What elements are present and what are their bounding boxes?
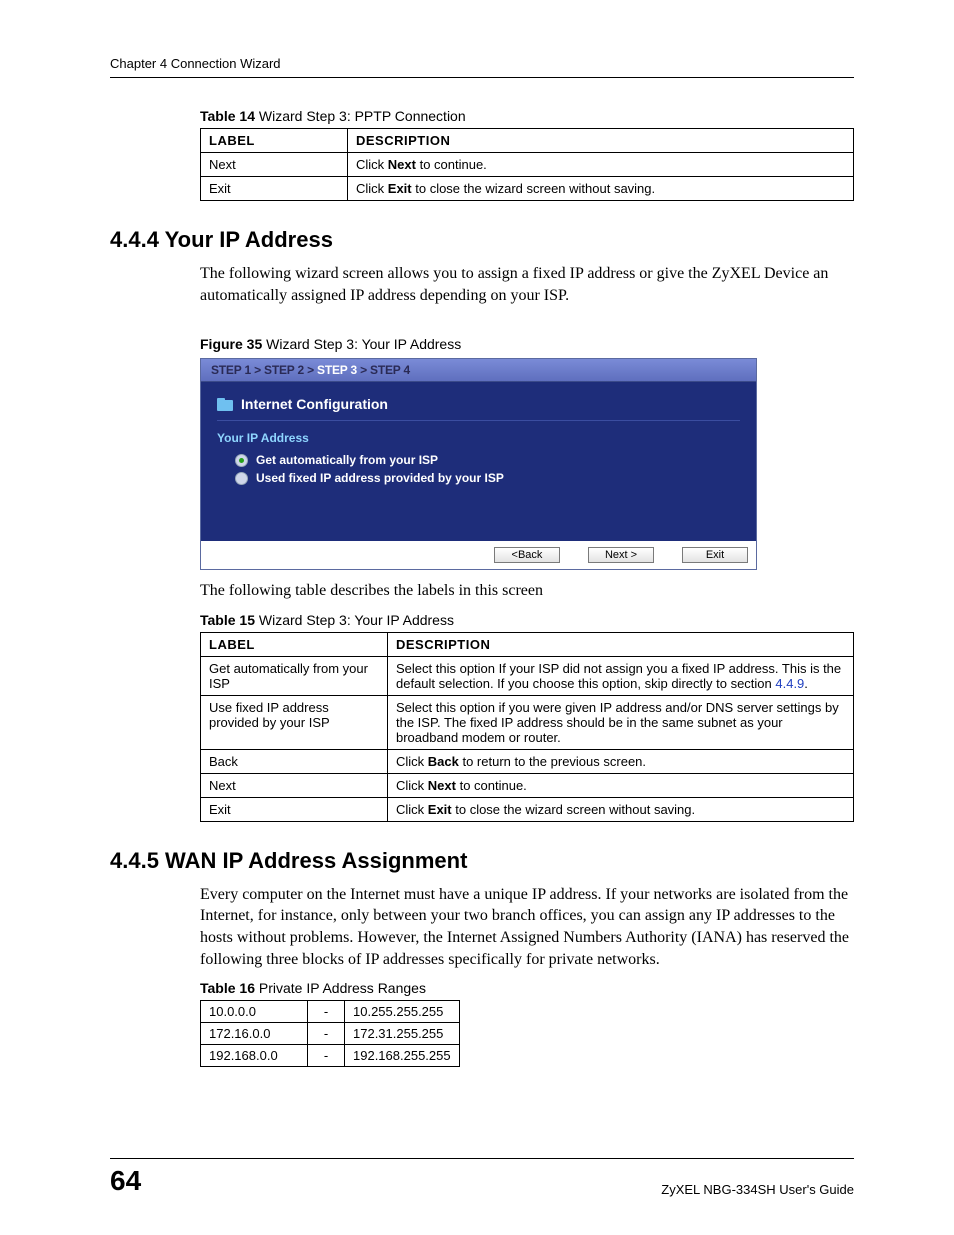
exit-button[interactable]: Exit — [682, 547, 748, 563]
wizard-window: STEP 1 > STEP 2 > STEP 3 > STEP 4 Intern… — [200, 358, 757, 570]
cell-dash: - — [308, 1023, 345, 1045]
cell-b: 192.168.255.255 — [345, 1045, 460, 1067]
cell-dash: - — [308, 1001, 345, 1023]
table16-caption-rest: Private IP Address Ranges — [255, 980, 426, 996]
cell-desc: Click Next to continue. — [388, 773, 854, 797]
table-row: Use fixed IP address provided by your IS… — [201, 695, 854, 749]
cell-a: 10.0.0.0 — [201, 1001, 308, 1023]
cell-dash: - — [308, 1045, 345, 1067]
table-row: 172.16.0.0 - 172.31.255.255 — [201, 1023, 460, 1045]
cell-b: 10.255.255.255 — [345, 1001, 460, 1023]
heading-445: 4.4.5 WAN IP Address Assignment — [110, 848, 854, 874]
table14-caption: Table 14 Wizard Step 3: PPTP Connection — [200, 108, 854, 124]
table-row: Exit Click Exit to close the wizard scre… — [201, 797, 854, 821]
table14-caption-rest: Wizard Step 3: PPTP Connection — [255, 108, 466, 124]
table15: LABEL DESCRIPTION Get automatically from… — [200, 632, 854, 822]
cell-desc: Click Back to return to the previous scr… — [388, 749, 854, 773]
next-button[interactable]: Next > — [588, 547, 654, 563]
table14-h2: DESCRIPTION — [348, 129, 854, 153]
running-head: Chapter 4 Connection Wizard — [110, 56, 854, 78]
cell-desc: Click Next to continue. — [348, 153, 854, 177]
cell-desc: Click Exit to close the wizard screen wi… — [348, 177, 854, 201]
table15-caption-bold: Table 15 — [200, 612, 255, 628]
wizard-step1: STEP 1 — [211, 363, 251, 377]
table-row: Next Click Next to continue. — [201, 153, 854, 177]
wizard-option-fixed[interactable]: Used fixed IP address provided by your I… — [235, 471, 740, 485]
cell-a: 172.16.0.0 — [201, 1023, 308, 1045]
table-row: 10.0.0.0 - 10.255.255.255 — [201, 1001, 460, 1023]
table14: LABEL DESCRIPTION Next Click Next to con… — [200, 128, 854, 201]
wizard-title-row: Internet Configuration — [217, 392, 740, 421]
cell-label: Back — [201, 749, 388, 773]
cell-label: Exit — [201, 177, 348, 201]
cell-label: Use fixed IP address provided by your IS… — [201, 695, 388, 749]
table-row: Exit Click Exit to close the wizard scre… — [201, 177, 854, 201]
cell-desc: Click Exit to close the wizard screen wi… — [388, 797, 854, 821]
table15-caption: Table 15 Wizard Step 3: Your IP Address — [200, 612, 854, 628]
wizard-subtitle: Your IP Address — [217, 431, 740, 445]
table14-caption-bold: Table 14 — [200, 108, 255, 124]
link-449[interactable]: 4.4.9 — [775, 676, 804, 691]
table-row: 192.168.0.0 - 192.168.255.255 — [201, 1045, 460, 1067]
folder-icon — [217, 398, 233, 411]
table15-h1: LABEL — [201, 632, 388, 656]
table-row: Get automatically from your ISP Select t… — [201, 656, 854, 695]
table-row: Back Click Back to return to the previou… — [201, 749, 854, 773]
figure35-caption-bold: Figure 35 — [200, 336, 262, 352]
wizard-title: Internet Configuration — [241, 396, 388, 412]
wizard-step3: STEP 3 — [317, 363, 357, 377]
table16: 10.0.0.0 - 10.255.255.255 172.16.0.0 - 1… — [200, 1000, 460, 1067]
para-444: The following wizard screen allows you t… — [200, 263, 854, 306]
guide-title: ZyXEL NBG-334SH User's Guide — [661, 1182, 854, 1197]
wizard-steps: STEP 1 > STEP 2 > STEP 3 > STEP 4 — [201, 359, 756, 382]
para-after-fig: The following table describes the labels… — [200, 580, 854, 602]
back-button[interactable]: <Back — [494, 547, 560, 563]
table-row: Next Click Next to continue. — [201, 773, 854, 797]
wizard-step4: STEP 4 — [370, 363, 410, 377]
wizard-footer: <Back Next > Exit — [201, 541, 756, 569]
radio-icon[interactable] — [235, 472, 248, 485]
table16-caption: Table 16 Private IP Address Ranges — [200, 980, 854, 996]
wizard-option-label: Get automatically from your ISP — [256, 453, 438, 467]
table15-caption-rest: Wizard Step 3: Your IP Address — [255, 612, 454, 628]
page-footer: 64 ZyXEL NBG-334SH User's Guide — [110, 1158, 854, 1197]
table14-h1: LABEL — [201, 129, 348, 153]
para-445: Every computer on the Internet must have… — [200, 884, 854, 970]
cell-label: Get automatically from your ISP — [201, 656, 388, 695]
figure35-caption: Figure 35 Wizard Step 3: Your IP Address — [200, 336, 854, 352]
table15-h2: DESCRIPTION — [388, 632, 854, 656]
cell-desc: Select this option if you were given IP … — [388, 695, 854, 749]
wizard-body: Internet Configuration Your IP Address G… — [201, 382, 756, 541]
cell-b: 172.31.255.255 — [345, 1023, 460, 1045]
wizard-step2: STEP 2 — [264, 363, 304, 377]
cell-desc: Select this option If your ISP did not a… — [388, 656, 854, 695]
page-number: 64 — [110, 1165, 141, 1197]
cell-a: 192.168.0.0 — [201, 1045, 308, 1067]
figure35-caption-rest: Wizard Step 3: Your IP Address — [262, 336, 461, 352]
wizard-option-label: Used fixed IP address provided by your I… — [256, 471, 504, 485]
wizard-option-auto[interactable]: Get automatically from your ISP — [235, 453, 740, 467]
cell-label: Next — [201, 773, 388, 797]
cell-label: Exit — [201, 797, 388, 821]
table16-caption-bold: Table 16 — [200, 980, 255, 996]
cell-label: Next — [201, 153, 348, 177]
radio-icon[interactable] — [235, 454, 248, 467]
heading-444: 4.4.4 Your IP Address — [110, 227, 854, 253]
